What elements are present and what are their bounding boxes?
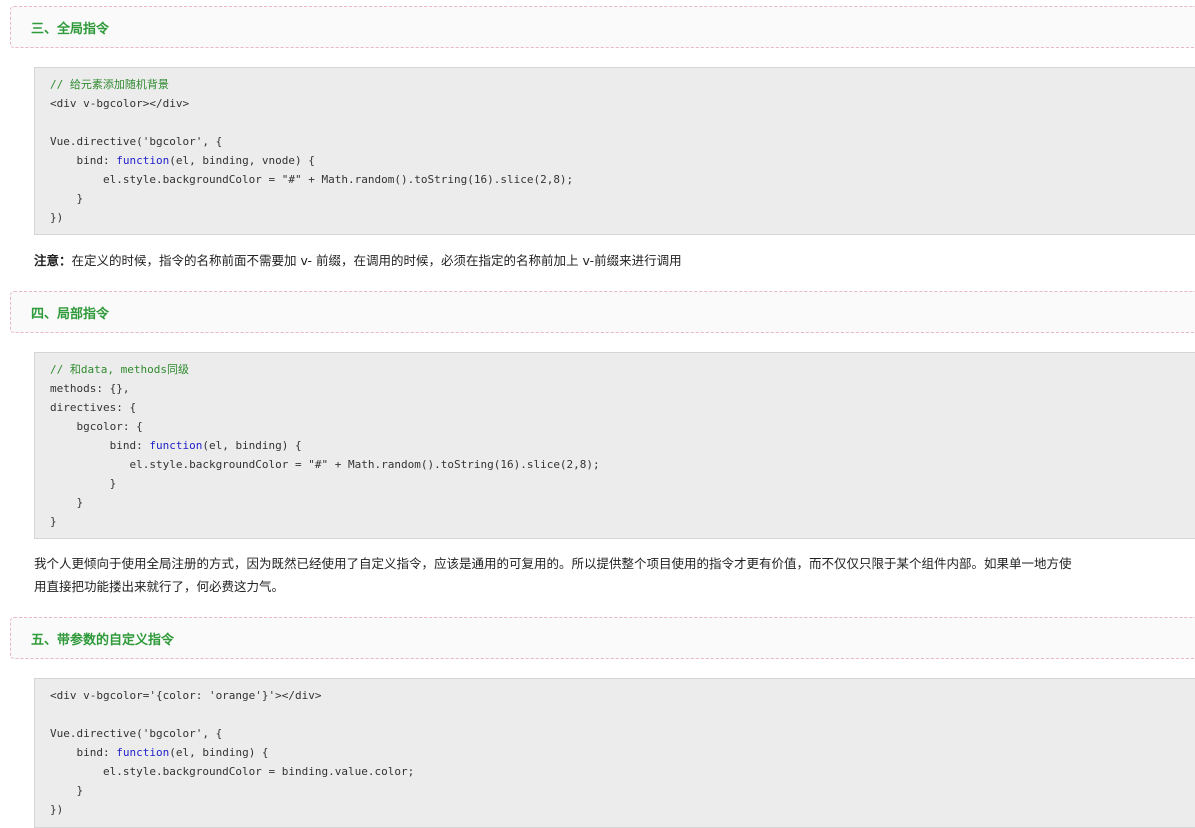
code-line: bgcolor: { <box>50 417 1195 436</box>
code-block-global-directive: // 给元素添加随机背景 <div v-bgcolor></div> Vue.dir… <box>34 67 1195 235</box>
code-text: methods: {}, <box>50 382 130 395</box>
code-line: } <box>50 493 1195 512</box>
code-line: } <box>50 474 1195 493</box>
code-text: }) <box>50 803 64 816</box>
code-line: methods: {}, <box>50 379 1195 398</box>
code-line: bind: function(el, binding, vnode) { <box>50 151 1195 170</box>
code-line: // 和data, methods同级 <box>50 360 1195 379</box>
section-heading-text: 五、带参数的自定义指令 <box>31 632 175 648</box>
code-text: } <box>50 192 84 205</box>
code-line: } <box>50 781 1195 800</box>
code-text: bind: <box>50 746 117 759</box>
code-text: } <box>50 515 57 528</box>
code-text: Vue.directive('bgcolor', { <box>50 135 223 148</box>
note-label: 注意： <box>34 253 72 268</box>
code-line: el.style.backgroundColor = "#" + Math.ra… <box>50 455 1195 474</box>
code-line: } <box>50 512 1195 531</box>
section-heading-text: 三、全局指令 <box>31 21 110 37</box>
code-text: bind: <box>50 154 117 167</box>
code-line: }) <box>50 800 1195 819</box>
section-heading-global-directive: 三、全局指令 <box>10 6 1195 48</box>
note-text: 在定义的时候，指令的名称前面不需要加 v- 前缀，在调用的时候，必须在指定的名称… <box>71 253 682 268</box>
code-block-param-directive: <div v-bgcolor='{color: 'orange'}'></div… <box>34 678 1195 828</box>
code-text: el.style.backgroundColor = "#" + Math.ra… <box>50 458 600 471</box>
code-line: } <box>50 189 1195 208</box>
code-keyword: function <box>116 154 170 167</box>
code-line: el.style.backgroundColor = "#" + Math.ra… <box>50 170 1195 189</box>
code-text: (el, binding) { <box>169 746 269 759</box>
code-text: <div v-bgcolor></div> <box>50 97 190 110</box>
code-line: // 给元素添加随机背景 <box>50 75 1195 94</box>
code-block-local-directive: // 和data, methods同级 methods: {}, directive… <box>34 352 1195 539</box>
code-line: Vue.directive('bgcolor', { <box>50 724 1195 743</box>
code-text: (el, binding) { <box>202 439 302 452</box>
code-line: directives: { <box>50 398 1195 417</box>
code-text: el.style.backgroundColor = binding.value… <box>50 765 415 778</box>
code-keyword: function <box>149 439 203 452</box>
code-line: <div v-bgcolor></div> <box>50 94 1195 113</box>
note-paragraph: 注意：在定义的时候，指令的名称前面不需要加 v- 前缀，在调用的时候，必须在指定… <box>34 250 1195 272</box>
code-text: } <box>50 477 117 490</box>
code-text: bgcolor: { <box>50 420 143 433</box>
code-line: Vue.directive('bgcolor', { <box>50 132 1195 151</box>
code-comment: // 给元素添加随机背景 <box>50 78 169 91</box>
section-heading-param-directive: 五、带参数的自定义指令 <box>10 617 1195 659</box>
code-text: <div v-bgcolor='{color: 'orange'}'></div… <box>50 689 322 702</box>
code-line: bind: function(el, binding) { <box>50 743 1195 762</box>
code-text: } <box>50 784 84 797</box>
section-heading-text: 四、局部指令 <box>31 306 110 322</box>
code-text: } <box>50 496 84 509</box>
code-text: directives: { <box>50 401 137 414</box>
code-line: <div v-bgcolor='{color: 'orange'}'></div… <box>50 686 1195 705</box>
article-page: 三、全局指令 // 给元素添加随机背景 <div v-bgcolor></div>… <box>0 0 1195 828</box>
code-line: el.style.backgroundColor = binding.value… <box>50 762 1195 781</box>
opinion-paragraph-line-2: 用直接把功能搂出来就行了，何必费这力气。 <box>34 579 285 594</box>
code-text: Vue.directive('bgcolor', { <box>50 727 223 740</box>
code-text: (el, binding, vnode) { <box>169 154 315 167</box>
code-keyword: function <box>116 746 170 759</box>
code-text: el.style.backgroundColor = "#" + Math.ra… <box>50 173 574 186</box>
code-comment: // 和data, methods同级 <box>50 363 189 376</box>
code-line: bind: function(el, binding) { <box>50 436 1195 455</box>
section-heading-local-directive: 四、局部指令 <box>10 291 1195 333</box>
code-text: }) <box>50 211 64 224</box>
code-line: }) <box>50 208 1195 227</box>
opinion-paragraph-line-1: 我个人更倾向于使用全局注册的方式，因为既然已经使用了自定义指令，应该是通用的可复… <box>34 556 1072 571</box>
code-text: bind: <box>50 439 150 452</box>
